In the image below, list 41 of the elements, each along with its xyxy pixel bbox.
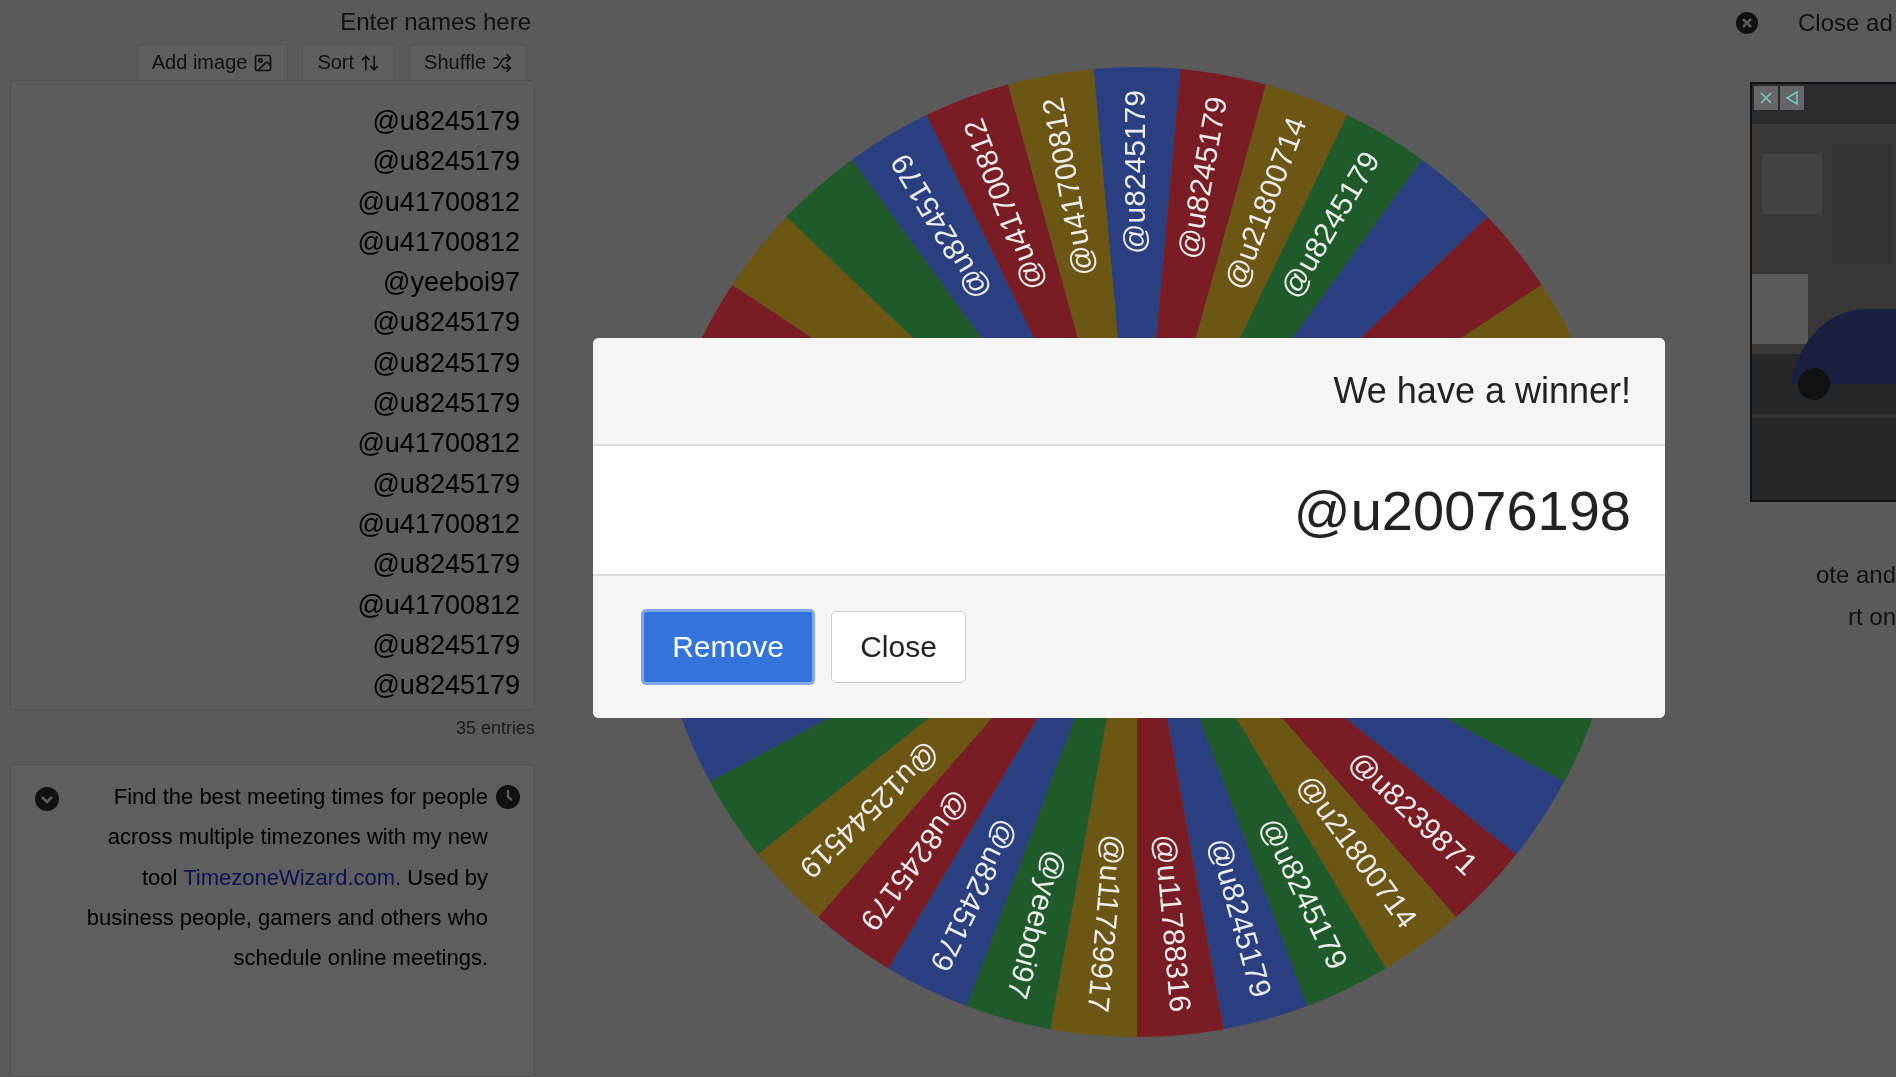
close-button[interactable]: Close (831, 611, 966, 683)
image-button[interactable]: Add image (136, 44, 289, 80)
name-entry: @u8245179 (372, 105, 520, 138)
ad-info-icon[interactable] (1780, 86, 1804, 110)
names-textarea[interactable]: @u8245179 @u8245179 @u41700812 @u41700812 @yeeboi97 @u8245179 @u8245179 @u8245179 @u41700812 @u8245179 @u41700812 @u8245179 @u41700812 @u8245179 @u8245179 (10, 80, 535, 710)
clock-icon (496, 785, 520, 809)
segment-label: @u8245179 (1117, 90, 1151, 254)
ad-caption: ote and (1815, 560, 1896, 590)
image-icon (253, 52, 274, 73)
timezonewizard-link[interactable]: TimezoneWizard.com. (183, 864, 402, 890)
name-entry: @u8245179 (372, 628, 520, 662)
name-entry: @u8245179 (372, 306, 520, 340)
winner-name: @u20076198 (1293, 477, 1631, 543)
name-entry: @u41700812 (357, 427, 520, 461)
shuffle-button[interactable]: Shuffle (409, 44, 527, 80)
name-entry: @u41700812 (357, 588, 520, 622)
segment-label: @u11788316 (1148, 832, 1197, 1014)
name-entry: @u8245179 (372, 467, 520, 501)
collapse-button[interactable] (35, 787, 59, 811)
panel-title: Enter names here (340, 8, 531, 37)
name-entry: @u8245179 (372, 346, 520, 380)
name-entry: @yeeboi97 (383, 266, 520, 300)
name-entry: @u8245179 (372, 387, 520, 421)
sort-button[interactable]: Sort (302, 44, 396, 80)
dialog-title: We have a winner! (1333, 370, 1631, 412)
name-entry: @u8245179 (372, 548, 520, 582)
remove-button[interactable]: Remove (641, 609, 815, 685)
entry-count: 35 entries (455, 717, 535, 740)
ad-caption: rt on (1847, 602, 1896, 632)
close-ad-link[interactable]: Close ad (1798, 9, 1893, 37)
ad-close-icon[interactable] (1754, 86, 1778, 110)
close-icon[interactable] (1736, 12, 1758, 34)
name-entry: @u41700812 (357, 225, 520, 259)
segment-label: @u11729917 (1081, 833, 1131, 1014)
name-entry: @u8245179 (372, 145, 520, 179)
name-entry: @u41700812 (357, 507, 520, 541)
segment-label: @u8245179 (1170, 94, 1233, 262)
promo-text: Find the best meeting times for people across multiple timezones with my new tool TimezoneWizard.com. Used by business people, gamers and others who schedule online meetings. (85, 783, 488, 973)
shuffle-icon (492, 52, 512, 73)
name-entry: @u8245179 (372, 669, 520, 703)
name-entry: @u41700812 (357, 185, 520, 219)
